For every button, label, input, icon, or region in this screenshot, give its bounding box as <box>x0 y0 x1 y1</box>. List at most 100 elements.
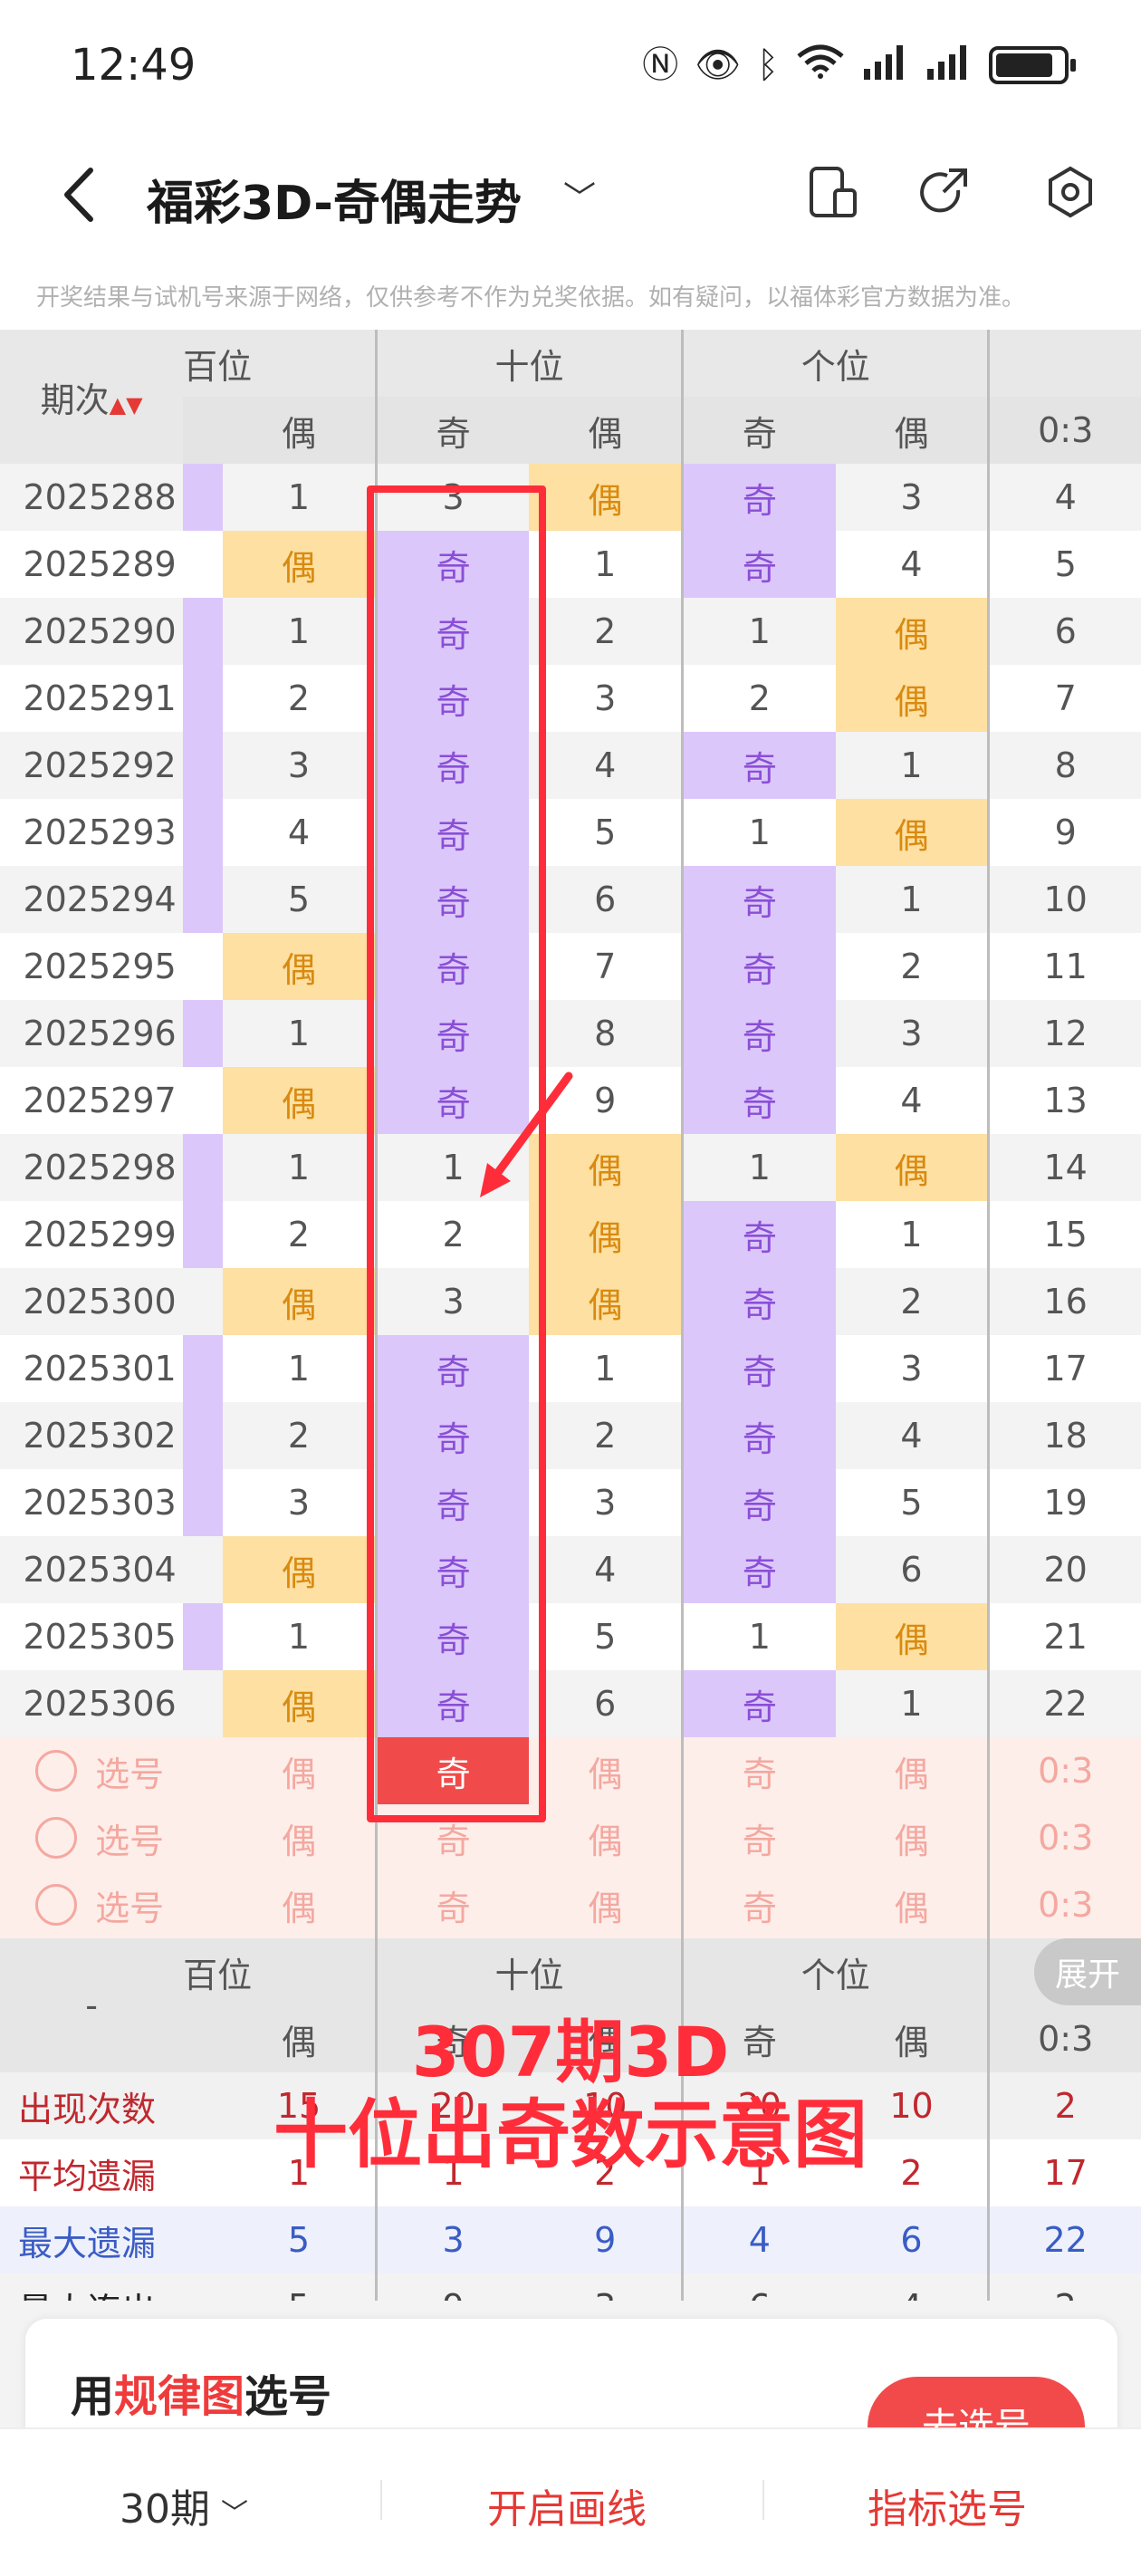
share-icon[interactable] <box>916 163 974 221</box>
hundreds-odd-strip <box>183 1469 224 1536</box>
bottom-toolbar: 30期 ﹀ 开启画线 指标选号 <box>0 2427 1141 2576</box>
trend-row: 2025294 5 奇 6 奇 1 10 <box>0 866 1141 933</box>
trend-row: 2025303 3 奇 3 奇 5 19 <box>0 1469 1141 1536</box>
trend-cell: 偶 <box>529 1134 683 1201</box>
period-cell: 2025306 <box>0 1670 184 1737</box>
period-cell: 2025303 <box>0 1469 184 1536</box>
stats-cell: 10 <box>529 2072 683 2139</box>
select-strip <box>183 1804 224 1871</box>
select-option-cell[interactable]: 偶 <box>223 1737 377 1804</box>
radio-circle-icon[interactable] <box>35 1817 78 1859</box>
period-cell: 2025298 <box>0 1134 184 1201</box>
trend-cell: 1 <box>223 464 377 531</box>
trend-cell: 1 <box>223 598 377 665</box>
select-row[interactable]: 选号偶奇偶奇偶 0:3 <box>0 1804 1141 1871</box>
radio-circle-icon[interactable] <box>35 1750 78 1792</box>
stats-cell: 20 <box>681 2072 836 2139</box>
select-row-toggle[interactable]: 选号 <box>0 1804 184 1871</box>
trend-cell: 奇 <box>374 866 530 933</box>
rule-card-title: 用规律图选号 <box>71 2371 332 2422</box>
select-row-toggle[interactable]: 选号 <box>0 1871 184 1938</box>
trend-cell: 3 <box>223 1469 377 1536</box>
select-option-cell[interactable]: 偶 <box>835 1804 989 1871</box>
trend-cell: 偶 <box>835 799 989 866</box>
trend-cell: 14 <box>987 1134 1141 1201</box>
trend-cell: 3 <box>835 1000 989 1067</box>
toggle-draw-lines-button[interactable]: 开启画线 <box>487 2476 647 2534</box>
select-option-cell[interactable]: 偶 <box>223 1804 377 1871</box>
select-row[interactable]: 选号偶奇偶奇偶 0:3 <box>0 1871 1141 1938</box>
select-row[interactable]: 选号偶奇偶奇偶 0:3 <box>0 1737 1141 1804</box>
trend-cell: 偶 <box>223 531 377 598</box>
select-option-cell[interactable]: 奇 <box>681 1871 836 1938</box>
page-title[interactable]: 福彩3D-奇偶走势 <box>147 165 522 233</box>
period-cell: 2025294 <box>0 866 184 933</box>
select-row-toggle[interactable]: 选号 <box>0 1737 184 1804</box>
select-option-cell[interactable]: 奇 <box>374 1737 530 1804</box>
trend-row: 2025292 3 奇 4 奇 1 8 <box>0 732 1141 799</box>
trend-row: 2025295 偶奇 7 奇 2 11 <box>0 933 1141 1000</box>
select-option-cell[interactable]: 奇 <box>681 1804 836 1871</box>
sub-header-cell: 偶 <box>529 397 683 464</box>
period-selector[interactable]: 30期 ﹀ <box>120 2476 248 2534</box>
select-option-cell[interactable]: 奇 <box>681 1737 836 1804</box>
select-option-cell[interactable]: 偶 <box>835 1737 989 1804</box>
select-row-label: 选号 <box>95 1821 165 1861</box>
trend-cell: 2 <box>835 1268 989 1335</box>
app-header: 福彩3D-奇偶走势 ﹀ <box>0 136 1141 254</box>
trend-cell: 18 <box>987 1402 1141 1469</box>
indicator-pick-button[interactable]: 指标选号 <box>868 2476 1027 2534</box>
trend-cell: 偶 <box>835 1603 989 1670</box>
trend-cell: 偶 <box>529 1268 683 1335</box>
select-option-cell[interactable]: 奇 <box>374 1804 530 1871</box>
stats-cell: 3 <box>374 2206 530 2273</box>
radio-circle-icon[interactable] <box>35 1884 78 1926</box>
back-arrow-icon[interactable] <box>54 163 109 226</box>
expand-button[interactable]: 展开 <box>1034 1938 1141 2005</box>
sort-icon[interactable]: ▲▼ <box>110 392 143 418</box>
trend-cell: 奇 <box>374 1603 530 1670</box>
trend-cell: 奇 <box>681 933 836 1000</box>
trend-cell: 奇 <box>681 1402 836 1469</box>
trend-cell: 8 <box>529 1000 683 1067</box>
select-option-cell[interactable]: 偶 <box>835 1871 989 1938</box>
trend-cell: 13 <box>987 1067 1141 1134</box>
trend-cell: 1 <box>681 1603 836 1670</box>
trend-cell: 5 <box>835 1469 989 1536</box>
trend-table-body: 期次▲▼ 百位 十位 个位 偶 奇 偶 奇 偶 0:3 2025288 1 3 偶奇 3… <box>0 330 1141 2341</box>
trend-cell: 7 <box>529 933 683 1000</box>
select-option-cell[interactable]: 奇 <box>374 1871 530 1938</box>
chevron-down-icon[interactable]: ﹀ <box>563 172 596 219</box>
trend-table-container[interactable]: 期次▲▼ 百位 十位 个位 偶 奇 偶 奇 偶 0:3 2025288 1 3 偶奇 3… <box>0 330 1141 2341</box>
period-cell: 2025293 <box>0 799 184 866</box>
settings-icon[interactable] <box>1041 163 1099 221</box>
period-column-header[interactable]: 期次▲▼ <box>0 330 184 464</box>
select-option-cell[interactable]: 0:3 <box>987 1871 1141 1938</box>
select-option-cell[interactable]: 偶 <box>529 1871 683 1938</box>
trend-cell: 2 <box>374 1201 530 1268</box>
hundreds-odd-strip <box>183 799 224 866</box>
select-option-cell[interactable]: 偶 <box>529 1737 683 1804</box>
period-cell: 2025297 <box>0 1067 184 1134</box>
stats-cell: 15 <box>223 2072 377 2139</box>
stats-label: 出现次数 <box>0 2072 224 2139</box>
select-option-cell[interactable]: 0:3 <box>987 1737 1141 1804</box>
trend-cell: 10 <box>987 866 1141 933</box>
stats-cell: 4 <box>681 2206 836 2273</box>
trend-cell: 1 <box>835 732 989 799</box>
stats-sub-header-cell: 偶 <box>835 2005 989 2072</box>
select-option-cell[interactable]: 偶 <box>529 1804 683 1871</box>
select-option-cell[interactable]: 0:3 <box>987 1804 1141 1871</box>
trend-cell: 5 <box>529 1603 683 1670</box>
toolbar-divider <box>762 2480 764 2520</box>
hundreds-odd-strip <box>183 933 224 1000</box>
trend-cell: 2 <box>835 933 989 1000</box>
trend-row: 2025290 1 奇 2 1 偶 6 <box>0 598 1141 665</box>
phone-layout-icon[interactable] <box>804 163 862 221</box>
stats-group-header-row: - 百位 十位 个位 <box>0 1938 1141 2072</box>
period-cell: 2025292 <box>0 732 184 799</box>
trend-cell: 9 <box>529 1067 683 1134</box>
trend-cell: 17 <box>987 1335 1141 1402</box>
trend-cell: 8 <box>987 732 1141 799</box>
select-option-cell[interactable]: 偶 <box>223 1871 377 1938</box>
